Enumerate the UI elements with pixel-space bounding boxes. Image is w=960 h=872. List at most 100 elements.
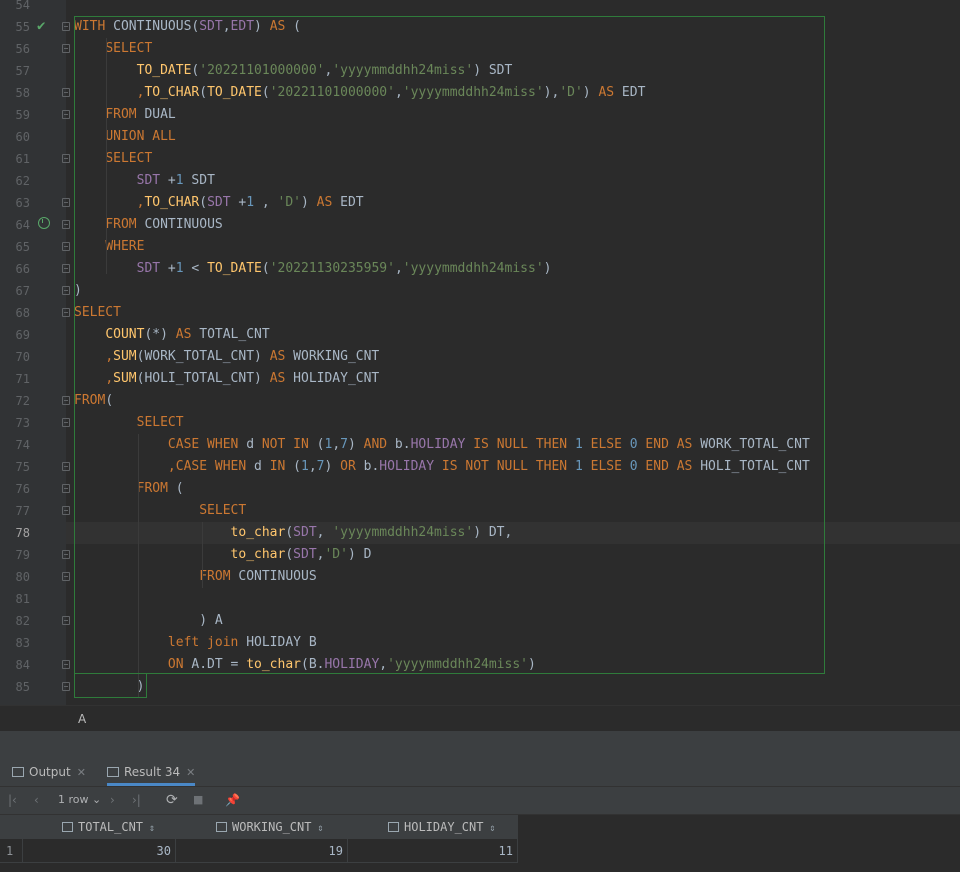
stop-icon[interactable]: ■ [193, 792, 203, 808]
last-page-icon[interactable]: ›| [132, 792, 141, 808]
line-number: 73 [15, 416, 30, 430]
line-number: 78 [15, 526, 30, 540]
line-number: 83 [15, 636, 30, 650]
cell-working-cnt[interactable]: 19 [175, 840, 343, 862]
table-row[interactable]: 30 19 11 [0, 840, 517, 863]
fold-marker-icon[interactable] [62, 484, 70, 493]
fold-marker-icon[interactable] [62, 550, 70, 559]
line-number: 56 [15, 42, 30, 56]
column-header-label: HOLIDAY_CNT [404, 820, 484, 834]
line-number: 54 [15, 0, 30, 12]
tab-result-label: Result 34 [124, 765, 181, 779]
sort-icon[interactable]: ⇕ [317, 823, 323, 834]
line-number: 72 [15, 394, 30, 408]
next-page-icon[interactable]: › [110, 792, 115, 808]
line-number: 76 [15, 482, 30, 496]
line-number: 71 [15, 372, 30, 386]
previous-page-icon[interactable]: ‹ [34, 792, 39, 808]
fold-marker-icon[interactable] [62, 22, 70, 31]
code-line[interactable]: 54 [0, 0, 960, 16]
fold-marker-icon[interactable] [62, 616, 70, 625]
cell-total-cnt[interactable]: 30 [22, 840, 171, 862]
table-icon [107, 766, 119, 777]
column-header-total-cnt[interactable]: TOTAL_CNT ⇕ [62, 815, 155, 839]
fold-marker-icon[interactable] [62, 418, 70, 427]
fold-marker-icon[interactable] [62, 506, 70, 515]
tab-result[interactable]: Result 34 ✕ [107, 758, 196, 786]
sort-icon[interactable]: ⇕ [149, 823, 155, 834]
breadcrumb[interactable]: A [0, 705, 960, 732]
fold-marker-icon[interactable] [62, 88, 70, 97]
refresh-icon[interactable]: ⟳ [166, 792, 178, 808]
line-number: 67 [15, 284, 30, 298]
result-toolbar: |‹ ‹ 1 row ⌄ › ›| ⟳ ■ 📌 [0, 787, 960, 815]
fold-marker-icon[interactable] [62, 242, 70, 251]
fold-marker-icon[interactable] [62, 44, 70, 53]
row-count-label: 1 row [58, 793, 89, 806]
fold-marker-icon[interactable] [62, 198, 70, 207]
pin-tab-icon[interactable]: 📌 [225, 792, 240, 808]
column-header-label: WORKING_CNT [232, 820, 312, 834]
line-number: 57 [15, 64, 30, 78]
line-number: 64 [15, 218, 30, 232]
execution-success-check-icon: ✔ [37, 18, 46, 34]
fold-marker-icon[interactable] [62, 682, 70, 691]
fold-marker-icon[interactable] [62, 308, 70, 317]
line-number: 63 [15, 196, 30, 210]
panel-separator [0, 731, 960, 758]
fold-marker-icon[interactable] [62, 110, 70, 119]
column-header-working-cnt[interactable]: WORKING_CNT ⇕ [216, 815, 324, 839]
line-number: 75 [15, 460, 30, 474]
fold-marker-icon[interactable] [62, 572, 70, 581]
query-selection-outline-tail [74, 674, 147, 698]
line-number: 80 [15, 570, 30, 584]
fold-marker-icon[interactable] [62, 264, 70, 273]
line-number: 79 [15, 548, 30, 562]
line-number: 65 [15, 240, 30, 254]
line-number: 58 [15, 86, 30, 100]
breadcrumb-item[interactable]: A [78, 712, 86, 726]
output-icon [12, 766, 24, 777]
column-icon [62, 821, 73, 832]
grid-header: TOTAL_CNT ⇕ WORKING_CNT ⇕ HOLIDAY_CNT ⇕ [0, 815, 517, 839]
line-number: 66 [15, 262, 30, 276]
fold-marker-icon[interactable] [62, 286, 70, 295]
fold-marker-icon[interactable] [62, 660, 70, 669]
line-number: 55 [15, 20, 30, 34]
column-icon [216, 821, 227, 832]
fold-marker-icon[interactable] [62, 220, 70, 229]
sort-icon[interactable]: ⇕ [489, 823, 495, 834]
query-selection-outline [74, 16, 825, 674]
result-grid: TOTAL_CNT ⇕ WORKING_CNT ⇕ HOLIDAY_CNT ⇕ 1 3… [0, 815, 960, 872]
column-header-label: TOTAL_CNT [78, 820, 144, 834]
cell-holiday-cnt[interactable]: 11 [347, 840, 513, 862]
rerun-icon[interactable] [38, 217, 50, 229]
grid-divider [517, 815, 518, 863]
line-number: 84 [15, 658, 30, 672]
column-icon [388, 821, 399, 832]
first-page-icon[interactable]: |‹ [8, 792, 17, 808]
close-icon[interactable]: ✕ [186, 766, 195, 779]
line-number: 60 [15, 130, 30, 144]
line-number: 85 [15, 680, 30, 694]
line-number: 77 [15, 504, 30, 518]
line-number: 81 [15, 592, 30, 606]
tab-output[interactable]: Output ✕ [12, 758, 86, 786]
line-number: 68 [15, 306, 30, 320]
fold-marker-icon[interactable] [62, 154, 70, 163]
line-number: 82 [15, 614, 30, 628]
line-number: 59 [15, 108, 30, 122]
line-number: 70 [15, 350, 30, 364]
tab-output-label: Output [29, 765, 71, 779]
close-icon[interactable]: ✕ [77, 766, 86, 779]
chevron-down-icon: ⌄ [92, 793, 102, 806]
bottom-tabs: Output ✕ Result 34 ✕ [0, 758, 960, 787]
column-header-holiday-cnt[interactable]: HOLIDAY_CNT ⇕ [388, 815, 496, 839]
line-number: 62 [15, 174, 30, 188]
fold-marker-icon[interactable] [62, 462, 70, 471]
row-count-selector[interactable]: 1 row ⌄ [58, 792, 101, 808]
line-number: 61 [15, 152, 30, 166]
line-number: 69 [15, 328, 30, 342]
line-number: 74 [15, 438, 30, 452]
fold-marker-icon[interactable] [62, 396, 70, 405]
